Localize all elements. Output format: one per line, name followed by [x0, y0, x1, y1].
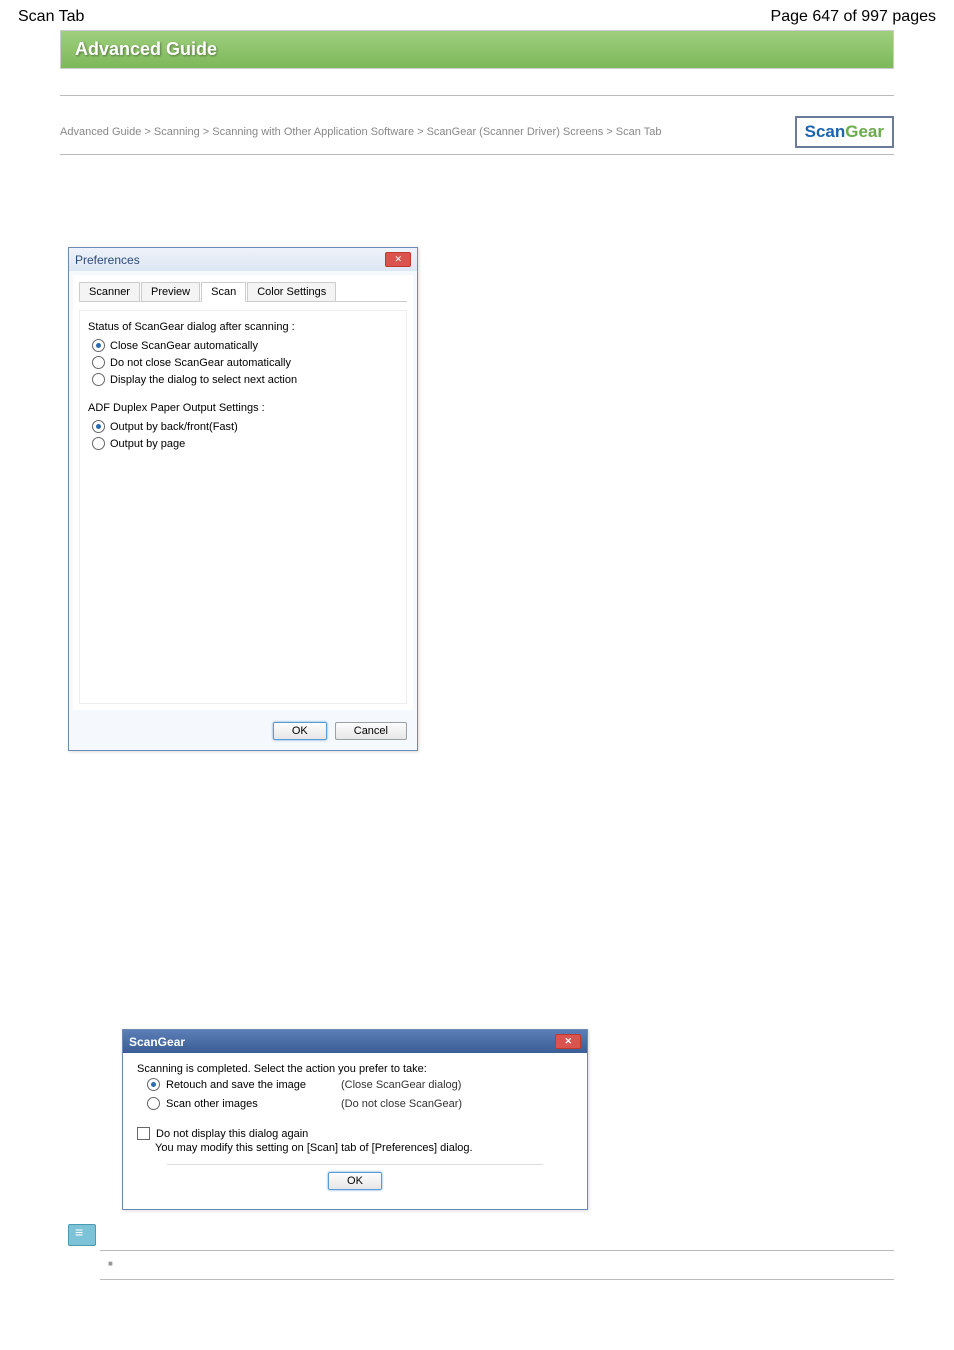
opt1-head: Close ScanGear automatically: [119, 841, 305, 856]
radio-close-auto[interactable]: [92, 339, 105, 352]
scangear-dialog: ScanGear ✕ Scanning is completed. Select…: [122, 1029, 588, 1210]
sg-title: ScanGear: [129, 1035, 185, 1049]
opt2-desc: Select this to return to the ScanGear sc…: [108, 916, 894, 931]
sg-sub: You may modify this setting on [Scan] ta…: [137, 1142, 573, 1154]
sg-check-label: Do not display this dialog again: [156, 1128, 308, 1140]
opt3-desc: Select this to open a screen and select …: [108, 1006, 894, 1021]
sg-msg: Scanning is completed. Select the action…: [137, 1063, 573, 1075]
note-body-text: Even if Do not close ScanGear automatica…: [122, 1257, 759, 1269]
square-bullet-icon: ■: [108, 1259, 113, 1268]
bullet-icon: ●: [80, 771, 88, 786]
radio-output-bf[interactable]: [92, 420, 105, 433]
bullet-icon: ●: [108, 841, 116, 856]
radio-output-page-label: Output by page: [110, 438, 185, 450]
ok-button[interactable]: OK: [273, 722, 327, 740]
adf-head: ADF Duplex Paper Output Settings: [91, 1294, 306, 1309]
ok-button[interactable]: OK: [328, 1172, 382, 1190]
prefs-title: Preferences: [75, 253, 140, 267]
sg-opt1-hint: (Close ScanGear dialog): [341, 1079, 461, 1091]
tabs: Scanner Preview Scan Color Settings: [79, 281, 407, 302]
close-icon[interactable]: ✕: [385, 252, 411, 267]
logo-gear: Gear: [845, 122, 884, 141]
radio-output-bf-label: Output by back/front(Fast): [110, 421, 238, 433]
group2-label: ADF Duplex Paper Output Settings :: [88, 402, 400, 414]
checkbox-dont-display[interactable]: [137, 1127, 150, 1140]
tab-scan[interactable]: Scan: [201, 282, 246, 302]
page-title: Scan Tab: [60, 185, 894, 206]
radio-display-dialog-label: Display the dialog to select next action: [110, 374, 297, 386]
close-icon[interactable]: ✕: [555, 1034, 581, 1049]
status-head: Status of ScanGear dialog after scanning: [91, 771, 345, 786]
tab-scanner[interactable]: Scanner: [79, 282, 140, 302]
bullet-icon: ●: [108, 991, 116, 1006]
page-header-right: Page 647 of 997 pages: [771, 8, 936, 26]
radio-close-auto-label: Close ScanGear automatically: [110, 340, 258, 352]
radio-scan-other[interactable]: [147, 1097, 160, 1110]
tab-preview[interactable]: Preview: [141, 282, 200, 302]
radio-not-close[interactable]: [92, 356, 105, 369]
page-header-left: Scan Tab: [18, 8, 84, 26]
note-label: Note: [106, 1227, 135, 1242]
radio-retouch[interactable]: [147, 1078, 160, 1091]
note-icon: [68, 1224, 96, 1246]
bullet-icon: ●: [108, 901, 116, 916]
sg-opt1-label: Retouch and save the image: [166, 1079, 341, 1091]
sg-opt2-label: Scan other images: [166, 1098, 341, 1110]
bullet-icon: ●: [80, 1294, 88, 1309]
radio-display-dialog[interactable]: [92, 373, 105, 386]
group1-label: Status of ScanGear dialog after scanning…: [88, 321, 400, 333]
radio-output-page[interactable]: [92, 437, 105, 450]
preferences-dialog: Preferences ✕ Scanner Preview Scan Color…: [68, 247, 418, 751]
cancel-button[interactable]: Cancel: [335, 722, 407, 740]
status-desc: Select what to do with ScanGear (scanner…: [80, 786, 894, 801]
opt3-head: Display the dialog to select next action: [119, 991, 359, 1006]
breadcrumb: Advanced Guide > Scanning > Scanning wit…: [60, 126, 661, 138]
scangear-logo: ScanGear: [795, 116, 894, 148]
opt2-head: Do not close ScanGear automatically: [119, 901, 348, 916]
tab-color-settings[interactable]: Color Settings: [247, 282, 336, 302]
logo-scan: Scan: [805, 122, 846, 141]
radio-not-close-label: Do not close ScanGear automatically: [110, 357, 291, 369]
guide-banner: Advanced Guide: [60, 30, 894, 69]
opt1-desc: Select this to return to the original ap…: [108, 856, 894, 871]
sg-opt2-hint: (Do not close ScanGear): [341, 1098, 462, 1110]
intro-text: On the Scan tab, you can specify the fol…: [60, 216, 894, 235]
